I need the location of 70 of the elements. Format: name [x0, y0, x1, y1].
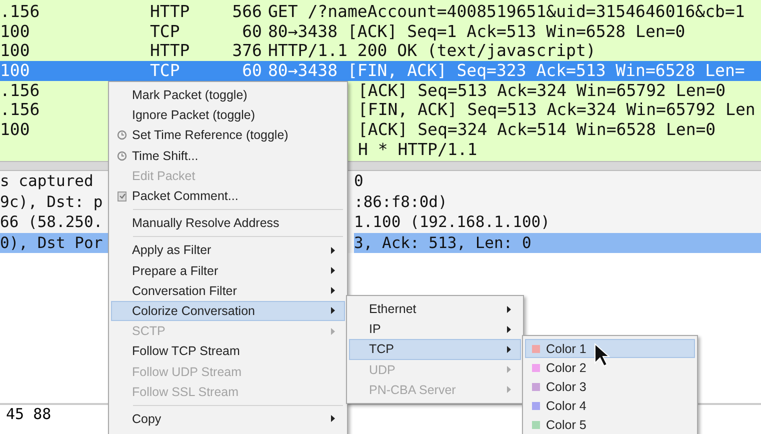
menu-item[interactable]: Apply as Filter [111, 240, 345, 260]
detail-text[interactable]: 9c), Dst: p [0, 192, 108, 212]
menu-item[interactable]: Color 5 [525, 415, 695, 434]
info-cell: GET /?nameAccount=4008519651&uid=3154646016&cb=1 [268, 2, 745, 21]
menu-item[interactable]: Packet Comment... [111, 186, 345, 206]
menu-item[interactable]: Copy [111, 408, 345, 429]
menu-item[interactable]: Conversation Filter [111, 280, 345, 301]
source-cell: 100 [0, 61, 30, 80]
info-cell: HTTP/1.1 200 OK (text/javascript) [268, 41, 596, 60]
menu-item[interactable]: Prepare a Filter [111, 260, 345, 281]
submenu-arrow-icon [331, 328, 335, 335]
protocol-cell: TCP [150, 61, 180, 80]
info-cell[interactable]: [ACK] Seq=324 Ack=514 Win=6528 Len=0 [358, 120, 716, 140]
submenu-arrow-icon [507, 346, 511, 353]
menu-item[interactable]: Color 2 [525, 358, 695, 377]
source-cell: .156 [0, 80, 40, 100]
menu-item[interactable]: Color 4 [525, 396, 695, 415]
length-cell: 60 [242, 22, 262, 41]
menu-item[interactable]: Set Time Reference (toggle) [111, 125, 345, 146]
protocol-cell: HTTP [150, 2, 190, 21]
protocol-cell: HTTP [150, 41, 190, 60]
packet-row[interactable]: 100 TCP 60 80→3438 [ACK] Seq=1 Ack=513 Win=6528 Len=0 [0, 22, 761, 42]
source-cell: 100 [0, 22, 30, 41]
submenu-arrow-icon [507, 386, 511, 394]
menu-item[interactable]: TCP [349, 339, 521, 360]
mouse-pointer-icon [594, 343, 610, 367]
detail-text[interactable]: 0), Dst Por [0, 232, 108, 253]
detail-text[interactable]: s captured [0, 171, 108, 192]
clock-icon [116, 130, 126, 140]
length-cell: 566 [232, 2, 262, 21]
detail-text[interactable]: 0 [354, 171, 761, 192]
submenu-arrow-icon [331, 415, 335, 422]
submenu-arrow-icon [507, 366, 511, 374]
detail-text[interactable]: 1.100 (192.168.1.100) [354, 212, 761, 232]
protocol-cell: TCP [150, 22, 180, 41]
menu-item[interactable]: Mark Packet (toggle) [111, 85, 345, 106]
source-cell: 100 [0, 120, 30, 140]
submenu-arrow-icon [331, 267, 335, 274]
menu-item[interactable]: Ethernet [349, 299, 521, 320]
info-cell[interactable]: [FIN, ACK] Seq=513 Ack=324 Win=65792 Len [358, 100, 756, 120]
note-icon [116, 190, 126, 202]
submenu-arrow-icon [507, 326, 511, 333]
detail-text[interactable]: 66 (58.250. [0, 212, 108, 232]
submenu-arrow-icon [331, 246, 335, 254]
detail-text[interactable]: :86:f8:0d) [354, 192, 761, 212]
source-cell: .156 [0, 2, 40, 21]
menu-item[interactable]: Color 1 [525, 339, 695, 358]
source-cell: .156 [0, 100, 40, 120]
submenu-arrow-icon [331, 307, 335, 314]
submenu-arrow-icon [331, 287, 335, 294]
menu-item[interactable]: Color 3 [525, 377, 695, 396]
info-cell: 80→3438 [ACK] Seq=1 Ack=513 Win=6528 Len=0 [268, 22, 686, 41]
detail-text[interactable]: 3, Ack: 513, Len: 0 [354, 232, 761, 253]
length-cell: 376 [232, 41, 262, 60]
submenu-arrow-icon [507, 306, 511, 313]
info-cell[interactable]: [ACK] Seq=513 Ack=324 Win=65792 Len=0 [358, 80, 726, 100]
menu-item[interactable]: Time Shift... [111, 146, 345, 166]
menu-item[interactable]: IP [349, 319, 521, 340]
info-cell: 80→3438 [FIN, ACK] Seq=323 Ack=513 Win=6528 Len= [268, 61, 745, 80]
source-cell: 100 [0, 41, 30, 60]
menu-item[interactable]: Manually Resolve Address [111, 213, 345, 234]
packet-row[interactable]: .156 HTTP 566 GET /?nameAccount=4008519651&uid=3154646016&cb=1 [0, 2, 761, 22]
clock-icon [116, 150, 126, 161]
packet-row[interactable]: 100 HTTP 376 HTTP/1.1 200 OK (text/javascript) [0, 41, 761, 62]
menu-item[interactable]: Ignore Packet (toggle) [111, 105, 345, 126]
menu-item[interactable]: Follow TCP Stream [111, 341, 345, 362]
menu-item[interactable]: Colorize Conversation [111, 300, 345, 322]
info-cell[interactable]: H * HTTP/1.1 [358, 140, 478, 159]
length-cell: 60 [242, 61, 262, 80]
bytes-text: 45 88 [6, 405, 52, 423]
